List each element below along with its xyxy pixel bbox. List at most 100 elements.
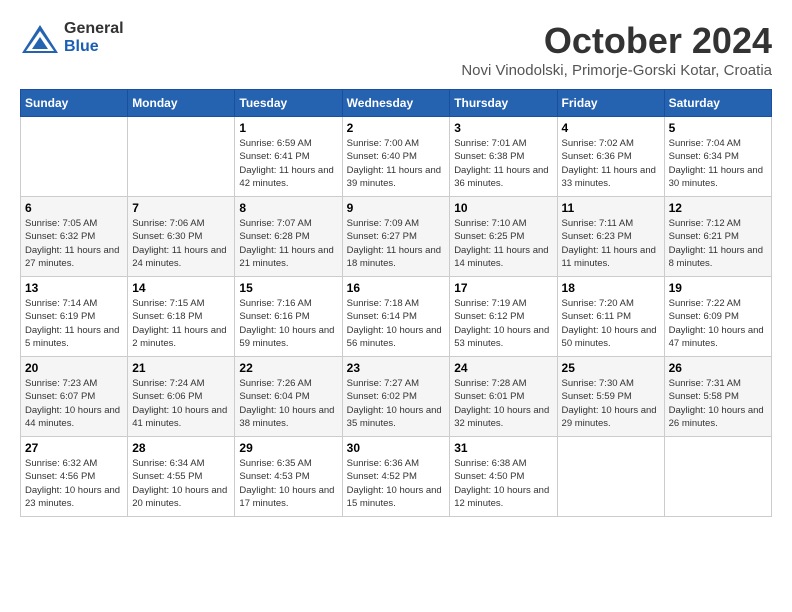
day-detail: Sunrise: 7:02 AM Sunset: 6:36 PM Dayligh… [562,137,660,190]
day-detail: Sunrise: 6:36 AM Sunset: 4:52 PM Dayligh… [347,457,446,510]
calendar-week-row: 27 Sunrise: 6:32 AM Sunset: 4:56 PM Dayli… [21,437,772,517]
day-detail: Sunrise: 6:59 AM Sunset: 6:41 PM Dayligh… [239,137,337,190]
day-number: 16 [347,281,446,295]
calendar-cell: 3 Sunrise: 7:01 AM Sunset: 6:38 PM Daylig… [450,117,557,197]
calendar-cell: 14 Sunrise: 7:15 AM Sunset: 6:18 PM Dayli… [128,277,235,357]
calendar-week-row: 6 Sunrise: 7:05 AM Sunset: 6:32 PM Daylig… [21,197,772,277]
calendar-cell: 6 Sunrise: 7:05 AM Sunset: 6:32 PM Daylig… [21,197,128,277]
day-number: 21 [132,361,230,375]
calendar-cell [128,117,235,197]
day-number: 3 [454,121,552,135]
day-number: 24 [454,361,552,375]
day-detail: Sunrise: 7:24 AM Sunset: 6:06 PM Dayligh… [132,377,230,430]
page-header: General Blue October 2024 Novi Vinodolsk… [20,20,772,79]
calendar-cell: 13 Sunrise: 7:14 AM Sunset: 6:19 PM Dayli… [21,277,128,357]
day-detail: Sunrise: 7:05 AM Sunset: 6:32 PM Dayligh… [25,217,123,270]
day-detail: Sunrise: 7:12 AM Sunset: 6:21 PM Dayligh… [669,217,767,270]
day-number: 5 [669,121,767,135]
calendar-cell: 5Sunrise: 7:04 AM Sunset: 6:34 PM Daylig… [664,117,771,197]
calendar-cell: 15 Sunrise: 7:16 AM Sunset: 6:16 PM Dayli… [235,277,342,357]
day-detail: Sunrise: 6:32 AM Sunset: 4:56 PM Dayligh… [25,457,123,510]
calendar-cell [664,437,771,517]
calendar-cell: 22Sunrise: 7:26 AM Sunset: 6:04 PM Dayli… [235,357,342,437]
day-number: 18 [562,281,660,295]
calendar-cell: 26Sunrise: 7:31 AM Sunset: 5:58 PM Dayli… [664,357,771,437]
calendar-cell: 30 Sunrise: 6:36 AM Sunset: 4:52 PM Dayli… [342,437,450,517]
day-number: 11 [562,201,660,215]
day-detail: Sunrise: 7:28 AM Sunset: 6:01 PM Dayligh… [454,377,552,430]
day-number: 27 [25,441,123,455]
calendar-cell: 1 Sunrise: 6:59 AM Sunset: 6:41 PM Daylig… [235,117,342,197]
day-number: 7 [132,201,230,215]
day-number: 22 [239,361,337,375]
day-detail: Sunrise: 6:38 AM Sunset: 4:50 PM Dayligh… [454,457,552,510]
day-number: 14 [132,281,230,295]
weekday-header-sunday: Sunday [21,90,128,117]
day-detail: Sunrise: 7:10 AM Sunset: 6:25 PM Dayligh… [454,217,552,270]
calendar-week-row: 13 Sunrise: 7:14 AM Sunset: 6:19 PM Dayli… [21,277,772,357]
title-section: October 2024 Novi Vinodolski, Primorje-G… [461,20,772,79]
day-number: 6 [25,201,123,215]
calendar-week-row: 20 Sunrise: 7:23 AM Sunset: 6:07 PM Dayli… [21,357,772,437]
day-detail: Sunrise: 7:27 AM Sunset: 6:02 PM Dayligh… [347,377,446,430]
logo-icon [20,23,60,53]
day-detail: Sunrise: 7:20 AM Sunset: 6:11 PM Dayligh… [562,297,660,350]
calendar-cell: 23 Sunrise: 7:27 AM Sunset: 6:02 PM Dayli… [342,357,450,437]
day-number: 8 [239,201,337,215]
day-detail: Sunrise: 7:06 AM Sunset: 6:30 PM Dayligh… [132,217,230,270]
day-detail: Sunrise: 7:11 AM Sunset: 6:23 PM Dayligh… [562,217,660,270]
day-number: 23 [347,361,446,375]
logo-general: General [64,20,124,38]
calendar-header: SundayMondayTuesdayWednesdayThursdayFrid… [21,90,772,117]
month-title: October 2024 [461,20,772,62]
day-detail: Sunrise: 7:15 AM Sunset: 6:18 PM Dayligh… [132,297,230,350]
day-number: 12 [669,201,767,215]
day-number: 26 [669,361,767,375]
day-number: 19 [669,281,767,295]
day-number: 20 [25,361,123,375]
day-detail: Sunrise: 7:19 AM Sunset: 6:12 PM Dayligh… [454,297,552,350]
calendar-cell: 12 Sunrise: 7:12 AM Sunset: 6:21 PM Dayli… [664,197,771,277]
calendar-cell: 19 Sunrise: 7:22 AM Sunset: 6:09 PM Dayli… [664,277,771,357]
calendar-week-row: 1 Sunrise: 6:59 AM Sunset: 6:41 PM Daylig… [21,117,772,197]
calendar-cell: 11 Sunrise: 7:11 AM Sunset: 6:23 PM Dayli… [557,197,664,277]
calendar-cell: 8 Sunrise: 7:07 AM Sunset: 6:28 PM Daylig… [235,197,342,277]
calendar-cell: 4 Sunrise: 7:02 AM Sunset: 6:36 PM Daylig… [557,117,664,197]
day-detail: Sunrise: 6:35 AM Sunset: 4:53 PM Dayligh… [239,457,337,510]
day-number: 30 [347,441,446,455]
day-detail: Sunrise: 7:14 AM Sunset: 6:19 PM Dayligh… [25,297,123,350]
location-title: Novi Vinodolski, Primorje-Gorski Kotar, … [461,62,772,79]
calendar-cell: 18 Sunrise: 7:20 AM Sunset: 6:11 PM Dayli… [557,277,664,357]
calendar-cell [557,437,664,517]
day-number: 29 [239,441,337,455]
day-number: 13 [25,281,123,295]
day-detail: Sunrise: 7:22 AM Sunset: 6:09 PM Dayligh… [669,297,767,350]
day-number: 28 [132,441,230,455]
day-number: 9 [347,201,446,215]
day-detail: Sunrise: 7:16 AM Sunset: 6:16 PM Dayligh… [239,297,337,350]
day-detail: Sunrise: 7:18 AM Sunset: 6:14 PM Dayligh… [347,297,446,350]
day-detail: Sunrise: 7:01 AM Sunset: 6:38 PM Dayligh… [454,137,552,190]
weekday-header-saturday: Saturday [664,90,771,117]
day-number: 4 [562,121,660,135]
calendar-cell: 31Sunrise: 6:38 AM Sunset: 4:50 PM Dayli… [450,437,557,517]
weekday-header-monday: Monday [128,90,235,117]
day-detail: Sunrise: 7:07 AM Sunset: 6:28 PM Dayligh… [239,217,337,270]
calendar-cell: 25Sunrise: 7:30 AM Sunset: 5:59 PM Dayli… [557,357,664,437]
calendar-cell: 17 Sunrise: 7:19 AM Sunset: 6:12 PM Dayli… [450,277,557,357]
day-detail: Sunrise: 7:00 AM Sunset: 6:40 PM Dayligh… [347,137,446,190]
day-number: 15 [239,281,337,295]
calendar-cell: 2Sunrise: 7:00 AM Sunset: 6:40 PM Daylig… [342,117,450,197]
day-detail: Sunrise: 7:23 AM Sunset: 6:07 PM Dayligh… [25,377,123,430]
calendar-cell: 24 Sunrise: 7:28 AM Sunset: 6:01 PM Dayli… [450,357,557,437]
day-number: 1 [239,121,337,135]
calendar-cell: 9Sunrise: 7:09 AM Sunset: 6:27 PM Daylig… [342,197,450,277]
logo: General Blue [20,20,124,55]
day-number: 17 [454,281,552,295]
weekday-header-wednesday: Wednesday [342,90,450,117]
calendar-cell: 7 Sunrise: 7:06 AM Sunset: 6:30 PM Daylig… [128,197,235,277]
calendar-cell: 16 Sunrise: 7:18 AM Sunset: 6:14 PM Dayli… [342,277,450,357]
calendar-cell: 20 Sunrise: 7:23 AM Sunset: 6:07 PM Dayli… [21,357,128,437]
weekday-header-thursday: Thursday [450,90,557,117]
calendar-cell: 29 Sunrise: 6:35 AM Sunset: 4:53 PM Dayli… [235,437,342,517]
